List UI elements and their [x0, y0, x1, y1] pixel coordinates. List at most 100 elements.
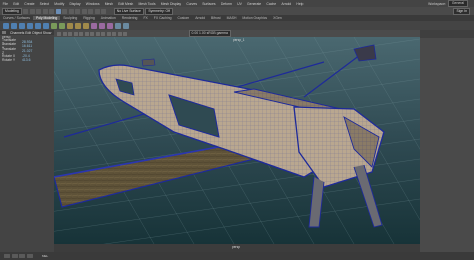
menu-item[interactable]: Mesh Display [158, 2, 184, 6]
shelf-tab[interactable]: FX Caching [151, 16, 175, 20]
channel-name: Rotate Y [2, 58, 16, 63]
wireframe-icon[interactable] [90, 31, 94, 36]
shelf-tab[interactable]: Animation [98, 16, 119, 20]
snap-point-icon[interactable] [88, 8, 94, 14]
menu-item[interactable]: Cache [264, 2, 279, 6]
command-language-label[interactable]: MEL [42, 254, 48, 258]
menu-item[interactable]: Display [67, 2, 83, 6]
select-camera-icon[interactable] [57, 31, 61, 36]
channel-value[interactable]: 413.6 [22, 58, 31, 62]
menu-item[interactable]: Curves [184, 2, 200, 6]
smooth-shade-icon[interactable] [95, 31, 100, 36]
new-scene-icon[interactable] [23, 8, 29, 14]
menu-item[interactable]: Modify [52, 2, 67, 6]
mode-dropdown[interactable]: Modeling [2, 7, 22, 15]
workspace-dropdown[interactable]: General [447, 0, 468, 7]
playback-back-icon[interactable] [11, 254, 18, 258]
target-weld-icon[interactable] [107, 22, 113, 29]
undo-icon[interactable] [42, 8, 48, 14]
shelf-tab[interactable]: Rendering [119, 16, 141, 20]
poly-cone-icon[interactable] [27, 22, 33, 29]
menu-item[interactable]: Mesh [102, 2, 115, 6]
insert-edge-loop-icon[interactable] [99, 22, 105, 29]
extrude-icon[interactable] [67, 22, 73, 29]
channel-value[interactable]: 28.934 [22, 40, 32, 44]
select-by-component-icon[interactable] [68, 8, 74, 14]
menu-item[interactable]: Create [22, 2, 37, 6]
textured-icon[interactable] [106, 31, 111, 36]
camera-attributes-icon[interactable] [62, 31, 67, 36]
lights-icon[interactable] [112, 31, 116, 36]
channel-box-menu[interactable]: Channels Edit Object Show [10, 31, 51, 35]
playback-end-icon[interactable] [26, 254, 33, 258]
channel-row[interactable]: Rotate Y 413.6 [0, 58, 54, 63]
color-management-field[interactable]: 0.00 1.00 sRGB gamma [188, 30, 231, 37]
poly-sphere-icon[interactable] [3, 22, 9, 29]
live-surface-field[interactable]: No Live Surface [113, 7, 144, 15]
channel-value[interactable]: 21.027 [22, 49, 32, 53]
menu-item[interactable]: Surfaces [200, 2, 219, 6]
bevel-icon[interactable] [83, 22, 89, 29]
3d-viewport[interactable] [54, 37, 420, 244]
menu-item[interactable]: Mesh Tools [136, 2, 158, 6]
image-plane-icon[interactable] [73, 31, 78, 36]
wireframe-on-shaded-icon[interactable] [101, 31, 105, 36]
poly-plane-icon[interactable] [43, 22, 49, 29]
playback-play-icon[interactable] [19, 254, 25, 258]
shelf-tab[interactable]: XGen [270, 16, 285, 20]
menu-item[interactable]: Windows [83, 2, 102, 6]
sign-in-button[interactable]: Sign In [453, 7, 470, 15]
redo-icon[interactable] [49, 8, 55, 14]
menu-item[interactable]: UV [235, 2, 245, 6]
workspace-selector[interactable]: Workspace: General [428, 0, 474, 7]
bookmark-icon[interactable] [68, 31, 72, 36]
menu-bar: File Edit Create Select Modify Display W… [0, 0, 474, 7]
viewport-toolbar: 0.00 1.00 sRGB gamma [54, 30, 420, 37]
channel-value[interactable]: -20.4 [22, 54, 30, 58]
menu-item[interactable]: Select [37, 2, 52, 6]
xray-icon[interactable] [123, 31, 127, 36]
smooth-icon[interactable] [115, 22, 121, 29]
snap-grid-icon[interactable] [75, 8, 81, 14]
mirror-icon[interactable] [123, 22, 129, 29]
poly-cube-icon[interactable] [11, 22, 17, 29]
save-scene-icon[interactable] [36, 8, 42, 14]
bridge-icon[interactable] [75, 22, 81, 29]
menu-item[interactable]: File [0, 2, 11, 6]
combine-icon[interactable] [51, 22, 57, 29]
select-by-hierarchy-icon[interactable] [55, 8, 61, 14]
select-by-object-icon[interactable] [62, 8, 68, 14]
poly-torus-icon[interactable] [35, 22, 41, 29]
render-icon[interactable] [94, 8, 100, 14]
playback-start-icon[interactable] [4, 254, 10, 258]
menu-item[interactable]: Generate [244, 2, 263, 6]
menu-item[interactable]: Edit Mesh [116, 2, 136, 6]
menu-item[interactable]: Edit [11, 2, 22, 6]
shelf-tab-active[interactable]: Poly Modeling [32, 16, 61, 20]
ipr-render-icon[interactable] [101, 8, 107, 14]
shelf-tab[interactable]: MASH [224, 16, 240, 20]
separate-icon[interactable] [59, 22, 65, 29]
menu-item[interactable]: Help [294, 2, 306, 6]
status-line: Modeling No Live Surface Symmetry: Off S… [0, 7, 474, 15]
open-scene-icon[interactable] [29, 8, 35, 14]
channel-value[interactable]: 16.611 [22, 44, 32, 48]
menu-item[interactable]: Deform [218, 2, 234, 6]
shelf-tab[interactable]: Sculpting [60, 16, 80, 20]
film-gate-icon[interactable] [84, 31, 89, 36]
shelf-tab[interactable]: Rigging [80, 16, 98, 20]
shelf-tab[interactable]: Motion Graphics [239, 16, 270, 20]
snap-curve-icon[interactable] [81, 8, 87, 14]
shelf-tab[interactable]: Curves / Surfaces [0, 16, 33, 20]
shelf-tab[interactable]: FX [140, 16, 150, 20]
grid-toggle-icon[interactable] [79, 31, 83, 36]
shelf-tab[interactable]: Custom [175, 16, 193, 20]
multi-cut-icon[interactable] [91, 22, 97, 29]
symmetry-dropdown[interactable]: Symmetry: Off [145, 7, 173, 15]
shelf-tab[interactable]: Bifrost [208, 16, 224, 20]
poly-cylinder-icon[interactable] [19, 22, 25, 29]
shadows-icon[interactable] [117, 31, 122, 36]
view-name-label: persp [232, 245, 240, 249]
menu-item[interactable]: Arnold [279, 2, 294, 6]
shelf-tab[interactable]: Arnold [192, 16, 208, 20]
